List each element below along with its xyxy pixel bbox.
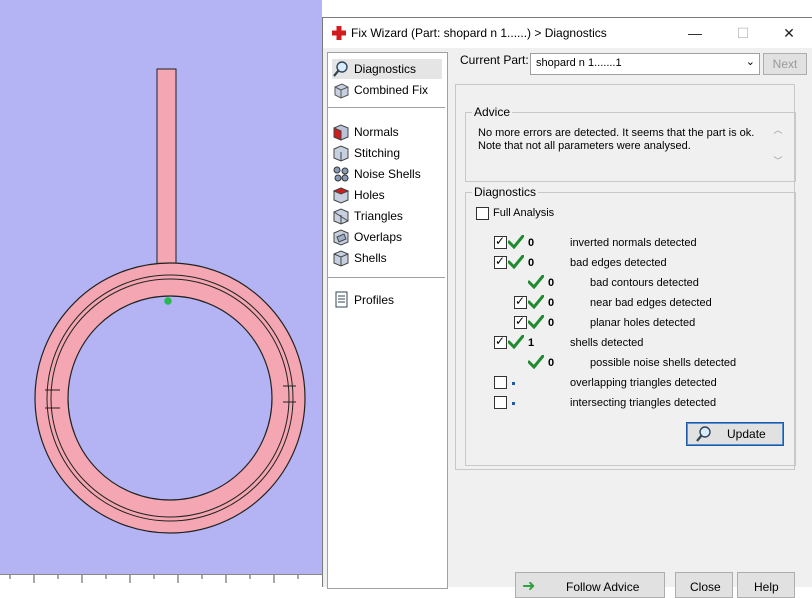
diag-row-checkbox[interactable] [494, 376, 507, 389]
check-ok-icon [508, 335, 524, 349]
check-ok-icon [528, 295, 544, 309]
minimize-button[interactable]: — [675, 21, 715, 45]
combined-fix-icon [332, 81, 350, 99]
close-window-button[interactable]: ✕ [769, 21, 809, 45]
profiles-icon [332, 291, 350, 309]
diag-row-checkbox[interactable] [494, 334, 507, 349]
ring-model [34, 68, 306, 534]
diag-row-label: planar holes detected [590, 317, 696, 329]
check-ok-icon [528, 275, 544, 289]
magnifier-icon [332, 60, 350, 78]
fix-wizard-dialog: Fix Wizard (Part: shopard n 1......) > D… [322, 17, 812, 598]
diag-row-count: 0 [548, 357, 555, 369]
nav-item-stitching[interactable]: Stitching [332, 143, 442, 163]
diag-row-count: 0 [528, 257, 535, 269]
chevron-down-icon: ⌄ [745, 56, 755, 68]
diag-row-label: bad contours detected [590, 277, 699, 289]
diag-row-checkbox[interactable] [514, 294, 527, 309]
advice-line-1: No more errors are detected. It seems th… [478, 127, 755, 139]
diag-row-label: possible noise shells detected [590, 357, 737, 369]
status-unknown-icon [512, 382, 515, 385]
window-title: Fix Wizard (Part: shopard n 1......) > D… [351, 26, 607, 40]
arrow-right-icon: ➜ [522, 578, 536, 595]
diag-row-count: 1 [528, 337, 535, 349]
shells-icon [332, 249, 350, 267]
nav-item-overlaps[interactable]: Overlaps [332, 227, 442, 247]
wizard-nav: Diagnostics Combined Fix Normals Stitchi… [327, 52, 448, 589]
current-part-label: Current Part: [460, 53, 529, 67]
diag-row-count: 0 [548, 277, 555, 289]
triangles-icon [332, 207, 350, 225]
current-part-select[interactable]: shopard n 1.......1 ⌄ [530, 53, 760, 75]
diag-row-label: shells detected [570, 337, 644, 349]
next-button[interactable]: Next [763, 53, 807, 75]
diag-row-label: overlapping triangles detected [570, 377, 717, 389]
diag-row-label: bad edges detected [570, 257, 667, 269]
nav-item-normals[interactable]: Normals [332, 122, 442, 142]
advice-text: No more errors are detected. It seems th… [478, 127, 754, 153]
follow-advice-button[interactable]: ➜ Follow Advice [515, 572, 665, 598]
diag-row-label: near bad edges detected [590, 297, 712, 309]
diag-row-checkbox[interactable] [494, 234, 507, 249]
holes-icon [332, 186, 350, 204]
nav-separator [328, 107, 445, 108]
help-button[interactable]: Help [737, 572, 795, 598]
advice-scrollbar[interactable]: ︿ ﹀ [771, 123, 785, 167]
title-bar[interactable]: Fix Wizard (Part: shopard n 1......) > D… [323, 18, 812, 48]
check-ok-icon [508, 255, 524, 269]
diag-row-label: inverted normals detected [570, 237, 697, 249]
current-part-value: shopard n 1.......1 [536, 57, 622, 69]
diagnostics-group: Diagnostics Full Analysis 0 inverted norm… [465, 185, 796, 466]
diag-row-checkbox[interactable] [494, 254, 507, 269]
diag-row-count: 0 [528, 237, 535, 249]
check-ok-icon [528, 355, 544, 369]
advice-group: Advice No more errors are detected. It s… [465, 105, 796, 182]
nav-item-profiles[interactable]: Profiles [332, 290, 442, 310]
maximize-button[interactable]: ☐ [723, 21, 763, 45]
advice-title: Advice [472, 105, 513, 119]
diag-row-checkbox[interactable] [514, 314, 527, 329]
scroll-down-icon[interactable]: ﹀ [771, 154, 785, 167]
noise-shells-icon [332, 165, 350, 183]
overlaps-icon [332, 228, 350, 246]
update-label: Update [727, 427, 766, 441]
3d-viewport[interactable] [0, 0, 322, 587]
magnifier-icon [695, 425, 713, 446]
diag-row-count: 0 [548, 317, 555, 329]
fix-wizard-icon [332, 26, 346, 40]
diag-row-checkbox[interactable] [494, 396, 507, 409]
normals-cube-icon [332, 123, 350, 141]
green-marker [164, 297, 172, 305]
diagnostics-title: Diagnostics [472, 185, 539, 199]
close-button[interactable]: Close [675, 572, 733, 598]
follow-advice-label: Follow Advice [566, 580, 640, 594]
nav-item-holes[interactable]: Holes [332, 185, 442, 205]
stitching-icon [332, 144, 350, 162]
diag-row-label: intersecting triangles detected [570, 397, 717, 409]
check-ok-icon [508, 235, 524, 249]
nav-separator [328, 277, 445, 278]
advice-line-2: Note that not all parameters were analys… [478, 140, 691, 152]
ruler [0, 574, 322, 587]
update-button[interactable]: Update [686, 422, 784, 446]
scroll-up-icon[interactable]: ︿ [771, 123, 785, 136]
status-unknown-icon [512, 402, 515, 405]
nav-item-diagnostics[interactable]: Diagnostics [332, 59, 442, 79]
diag-row-count: 0 [548, 297, 555, 309]
full-analysis-checkbox[interactable] [476, 207, 489, 220]
nav-item-combined-fix[interactable]: Combined Fix [332, 80, 442, 100]
full-analysis-label: Full Analysis [493, 207, 555, 219]
nav-item-noise-shells[interactable]: Noise Shells [332, 164, 442, 184]
nav-item-shells[interactable]: Shells [332, 248, 442, 268]
nav-item-triangles[interactable]: Triangles [332, 206, 442, 226]
check-ok-icon [528, 315, 544, 329]
